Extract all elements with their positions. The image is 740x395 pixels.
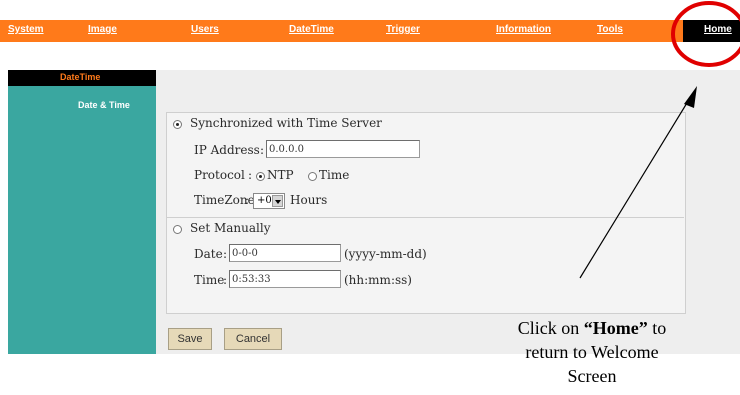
annotation-line-3: Screen <box>567 366 617 386</box>
annotation-line-1: Click on “Home” to <box>448 316 736 340</box>
annotation-emphasis: “Home” <box>583 318 648 338</box>
pointer-arrow-line <box>579 97 691 279</box>
annotation-text: Click on “Home” to return to Welcome Scr… <box>448 316 736 388</box>
annotation-prefix: Click on <box>517 318 584 338</box>
highlight-circle <box>671 1 740 67</box>
annotation-line-2: return to Welcome <box>525 342 659 362</box>
pointer-arrow-head <box>684 86 697 108</box>
annotation-line1-suffix: to <box>647 318 667 338</box>
